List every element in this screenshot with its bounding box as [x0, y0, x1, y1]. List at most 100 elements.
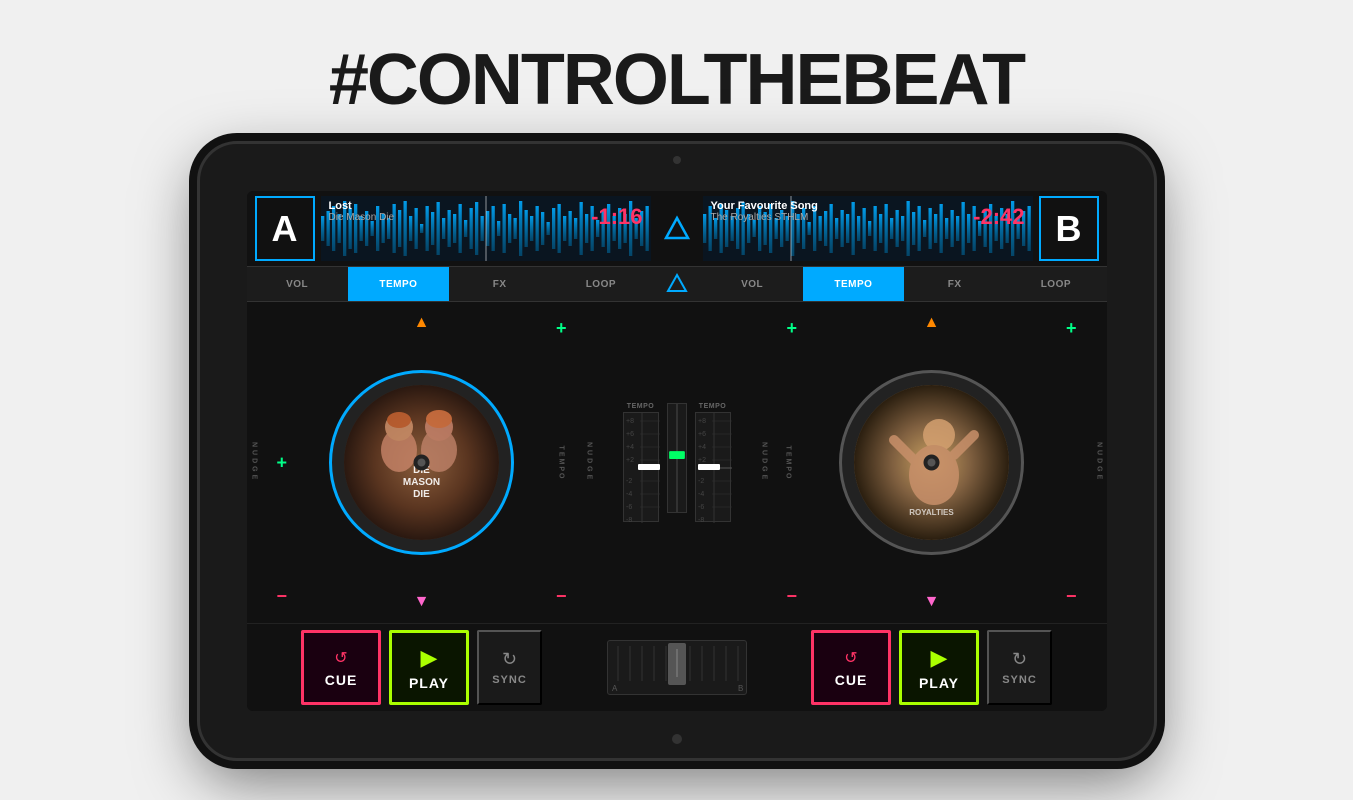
- svg-text:ROYALTIES: ROYALTIES: [909, 508, 954, 517]
- deck-a-sync-label: SYNC: [492, 674, 527, 686]
- svg-text:-4: -4: [626, 491, 632, 498]
- deck-a-nudge-right: NUDGE: [586, 442, 593, 482]
- deck-b-controls: VOL TEMPO FX LOOP: [702, 267, 1107, 301]
- deck-a-fx-btn[interactable]: FX: [449, 267, 550, 301]
- deck-a-buttons: ↺ CUE ▶ PLAY ↻ SYNC: [247, 630, 597, 705]
- top-bar: A Lost Die Mason Die -1:16: [247, 191, 1107, 266]
- tempo-grid-b[interactable]: +8 +6 +4 +2 -2 -4 -6 -8: [695, 412, 731, 522]
- deck-b-vinyl: ROYALTIES: [854, 385, 1009, 540]
- svg-text:+6: +6: [626, 431, 634, 438]
- svg-text:+8: +8: [626, 418, 634, 425]
- tempo-col-b: TEMPO +8 +6 +4 +2: [695, 403, 731, 522]
- deck-a-minus: −: [277, 586, 288, 607]
- vol-fader[interactable]: [667, 403, 687, 513]
- svg-text:-6: -6: [698, 504, 704, 511]
- deck-b-letter[interactable]: B: [1039, 196, 1099, 261]
- deck-b-sync-button[interactable]: ↻ SYNC: [987, 630, 1052, 705]
- play-a-icon: ▶: [421, 645, 438, 671]
- tempo-sliders: TEMPO +8 +6 +4 +2: [623, 403, 731, 522]
- bottom-center: A B: [597, 640, 757, 695]
- svg-text:-4: -4: [698, 491, 704, 498]
- deck-a-loop-btn[interactable]: LOOP: [550, 267, 651, 301]
- home-button[interactable]: [672, 734, 682, 744]
- deck-a-controls: VOL TEMPO FX LOOP: [247, 267, 652, 301]
- svg-text:B: B: [738, 684, 743, 693]
- deck-a-letter[interactable]: A: [255, 196, 315, 261]
- deck-a-vol-btn[interactable]: VOL: [247, 267, 348, 301]
- deck-a-waveform[interactable]: Lost Die Mason Die -1:16: [321, 196, 651, 261]
- deck-b-buttons: ↺ CUE ▶ PLAY ↻ SYNC: [757, 630, 1107, 705]
- tablet-wrapper: A Lost Die Mason Die -1:16: [197, 141, 1157, 761]
- deck-b-play-label: PLAY: [919, 675, 959, 691]
- deck-b-vol-btn[interactable]: VOL: [702, 267, 803, 301]
- sync-a-icon: ↻: [502, 649, 517, 670]
- svg-text:DIE: DIE: [413, 489, 430, 500]
- deck-a-turntable[interactable]: DIE MASON DIE: [329, 370, 514, 555]
- deck-b-tempo-btn[interactable]: TEMPO: [803, 267, 904, 301]
- tempo-label-a: TEMPO: [627, 403, 654, 410]
- cue-a-icon: ↺: [334, 648, 347, 668]
- deck-b-artist: The Royalties STHLM: [711, 212, 818, 223]
- deck-b-play-button[interactable]: ▶ PLAY: [899, 630, 979, 705]
- deck-a-tempo-btn[interactable]: TEMPO: [348, 267, 449, 301]
- controls-row: VOL TEMPO FX LOOP VOL TEMPO FX LOOP: [247, 266, 1107, 302]
- camera-dot: [673, 156, 681, 164]
- main-area: NUDGE + − ▲ ▼ TEMPO: [247, 302, 1107, 623]
- deck-a-section: NUDGE + − ▲ ▼ TEMPO: [247, 302, 597, 623]
- deck-b-cue-label: CUE: [835, 672, 868, 688]
- deck-a-cue-label: CUE: [325, 672, 358, 688]
- svg-text:-8: -8: [626, 517, 632, 523]
- svg-text:-2: -2: [698, 478, 704, 485]
- deck-b-nudge-left: NUDGE: [761, 442, 768, 482]
- deck-a-nudge-left: NUDGE: [251, 442, 258, 482]
- tempo-grid-a[interactable]: +8 +6 +4 +2 -2 -4 -6 -8: [623, 412, 659, 522]
- deck-a-vinyl: DIE MASON DIE: [344, 385, 499, 540]
- svg-text:-8: -8: [698, 517, 704, 523]
- svg-text:MASON: MASON: [403, 477, 440, 488]
- deck-a-artist: Die Mason Die: [329, 212, 395, 223]
- deck-a-plus: +: [277, 452, 288, 473]
- center-icon-row: [652, 272, 702, 296]
- tempo-col-a: TEMPO +8 +6 +4 +2: [623, 403, 659, 522]
- center-logo: [657, 214, 697, 244]
- deck-a-title: Lost: [329, 200, 395, 212]
- deck-b-sync-label: SYNC: [1002, 674, 1037, 686]
- deck-a-play-button[interactable]: ▶ PLAY: [389, 630, 469, 705]
- tempo-grid-a-svg: +8 +6 +4 +2 -2 -4 -6 -8: [624, 413, 660, 523]
- mixer-section: TEMPO +8 +6 +4 +2: [597, 302, 757, 623]
- deck-b-title: Your Favourite Song: [711, 200, 818, 212]
- svg-text:+4: +4: [698, 444, 706, 451]
- deck-b-nudge-right: NUDGE: [1096, 442, 1103, 482]
- tempo-label-b: TEMPO: [699, 403, 726, 410]
- headline: #CONTROLTHEBEAT: [329, 39, 1024, 121]
- svg-text:+2: +2: [698, 457, 706, 464]
- svg-text:+8: +8: [698, 418, 706, 425]
- tablet-body: A Lost Die Mason Die -1:16: [197, 141, 1157, 761]
- cue-b-icon: ↺: [844, 648, 857, 668]
- tempo-grid-b-svg: +8 +6 +4 +2 -2 -4 -6 -8: [696, 413, 732, 523]
- deck-b-cue-button[interactable]: ↺ CUE: [811, 630, 891, 705]
- deck-b-track-info: Your Favourite Song The Royalties STHLM: [711, 200, 818, 223]
- deck-b-turntable[interactable]: ROYALTIES: [839, 370, 1024, 555]
- logo-icon: [662, 214, 692, 244]
- svg-text:-6: -6: [626, 504, 632, 511]
- crossfader[interactable]: A B: [607, 640, 747, 695]
- vol-fader-svg: [667, 404, 687, 512]
- svg-text:A: A: [612, 684, 618, 693]
- deck-b-time: -2:42: [973, 204, 1024, 230]
- sync-b-icon: ↻: [1012, 649, 1027, 670]
- crossfader-svg: A B: [608, 641, 748, 696]
- deck-a-track-info: Lost Die Mason Die: [329, 200, 395, 223]
- svg-text:+4: +4: [626, 444, 634, 451]
- deck-a-time: -1:16: [591, 204, 642, 230]
- deck-a-cue-button[interactable]: ↺ CUE: [301, 630, 381, 705]
- deck-b-waveform[interactable]: Your Favourite Song The Royalties STHLM …: [703, 196, 1033, 261]
- tablet-screen: A Lost Die Mason Die -1:16: [247, 191, 1107, 711]
- svg-text:+6: +6: [698, 431, 706, 438]
- deck-b-art: ROYALTIES: [854, 385, 1009, 540]
- deck-a-sync-button[interactable]: ↻ SYNC: [477, 630, 542, 705]
- deck-a-play-label: PLAY: [409, 675, 449, 691]
- deck-b-loop-btn[interactable]: LOOP: [1005, 267, 1106, 301]
- deck-b-fx-btn[interactable]: FX: [904, 267, 1005, 301]
- deck-a-art: DIE MASON DIE: [344, 385, 499, 540]
